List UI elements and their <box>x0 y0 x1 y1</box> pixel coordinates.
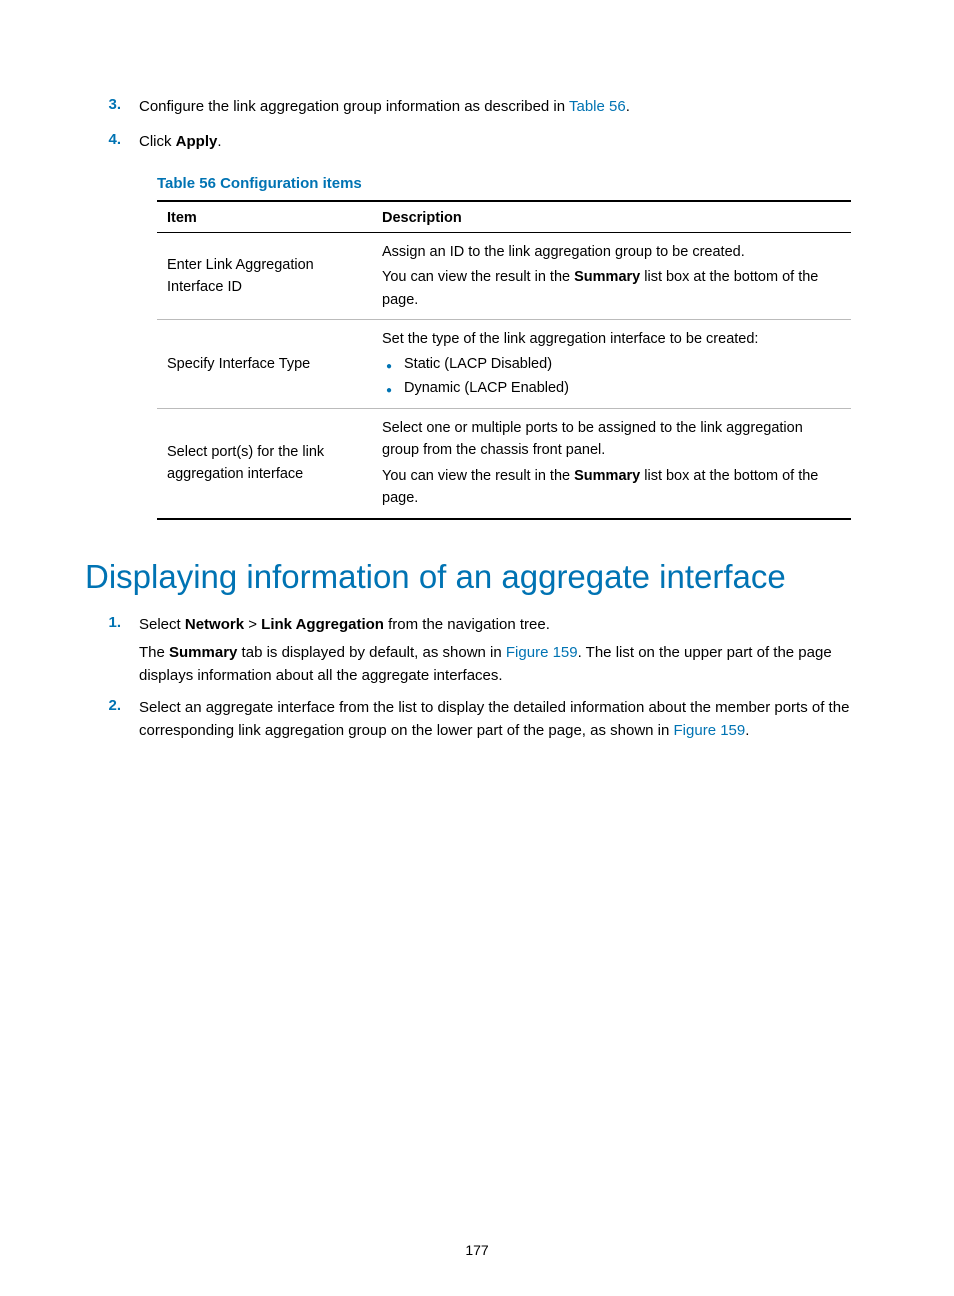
description-cell: Select one or multiple ports to be assig… <box>372 408 851 518</box>
table-row: Specify Interface Type Set the type of t… <box>157 320 851 408</box>
header-description: Description <box>372 201 851 233</box>
description-cell: Set the type of the link aggregation int… <box>372 320 851 408</box>
summary-label: Summary <box>169 644 237 661</box>
desc-line: Select one or multiple ports to be assig… <box>382 417 841 462</box>
desc-line: You can view the result in the Summary l… <box>382 465 841 510</box>
list-number: 2. <box>85 697 139 742</box>
text: . <box>217 133 221 150</box>
text: . <box>626 98 630 115</box>
table-56-link[interactable]: Table 56 <box>569 98 626 115</box>
list-number: 4. <box>85 131 139 154</box>
item-cell: Specify Interface Type <box>157 320 372 408</box>
item-cell: Select port(s) for the link aggregation … <box>157 408 372 518</box>
text: The <box>139 644 169 661</box>
text: Select <box>139 616 185 633</box>
text: Configure the link aggregation group inf… <box>139 98 569 115</box>
bullet-icon: ● <box>386 359 392 375</box>
network-label: Network <box>185 616 244 633</box>
text: You can view the result in the <box>382 269 574 285</box>
step-1: 1. Select Network > Link Aggregation fro… <box>85 614 869 688</box>
step-4: 4. Click Apply. <box>85 131 869 154</box>
bullet-text: Static (LACP Disabled) <box>404 356 552 372</box>
text: > <box>244 616 261 633</box>
step-line: Select Network > Link Aggregation from t… <box>139 614 869 637</box>
desc-line: Set the type of the link aggregation int… <box>382 328 841 350</box>
bullet-icon: ● <box>386 383 392 399</box>
summary-label: Summary <box>574 468 640 484</box>
text: Click <box>139 133 176 150</box>
list-number: 1. <box>85 614 139 688</box>
page-number: 177 <box>0 1242 954 1258</box>
table-row: Enter Link Aggregation Interface ID Assi… <box>157 233 851 320</box>
list-number: 3. <box>85 96 139 119</box>
desc-line: Assign an ID to the link aggregation gro… <box>382 241 841 263</box>
figure-159-link[interactable]: Figure 159 <box>506 644 578 661</box>
text: You can view the result in the <box>382 468 574 484</box>
bullet-item: ● Static (LACP Disabled) <box>382 353 841 375</box>
step-3: 3. Configure the link aggregation group … <box>85 96 869 119</box>
text: . <box>745 722 749 739</box>
table-row: Select port(s) for the link aggregation … <box>157 408 851 518</box>
section-heading: Displaying information of an aggregate i… <box>85 558 869 596</box>
configuration-items-table: Item Description Enter Link Aggregation … <box>157 200 851 520</box>
apply-label: Apply <box>176 133 218 150</box>
document-page: 3. Configure the link aggregation group … <box>0 0 954 786</box>
text: tab is displayed by default, as shown in <box>237 644 506 661</box>
desc-line: You can view the result in the Summary l… <box>382 266 841 311</box>
figure-159-link[interactable]: Figure 159 <box>674 722 746 739</box>
bullet-text: Dynamic (LACP Enabled) <box>404 380 569 396</box>
item-cell: Enter Link Aggregation Interface ID <box>157 233 372 320</box>
step-2: 2. Select an aggregate interface from th… <box>85 697 869 742</box>
step-text: Select Network > Link Aggregation from t… <box>139 614 869 688</box>
step-line: The Summary tab is displayed by default,… <box>139 642 869 687</box>
header-item: Item <box>157 201 372 233</box>
step-text: Select an aggregate interface from the l… <box>139 697 869 742</box>
step-text: Configure the link aggregation group inf… <box>139 96 869 119</box>
text: from the navigation tree. <box>384 616 550 633</box>
bullet-item: ● Dynamic (LACP Enabled) <box>382 377 841 399</box>
description-cell: Assign an ID to the link aggregation gro… <box>372 233 851 320</box>
bullet-list: ● Static (LACP Disabled) ● Dynamic (LACP… <box>382 353 841 400</box>
link-aggregation-label: Link Aggregation <box>261 616 384 633</box>
summary-label: Summary <box>574 269 640 285</box>
step-text: Click Apply. <box>139 131 869 154</box>
table-caption: Table 56 Configuration items <box>157 175 869 192</box>
